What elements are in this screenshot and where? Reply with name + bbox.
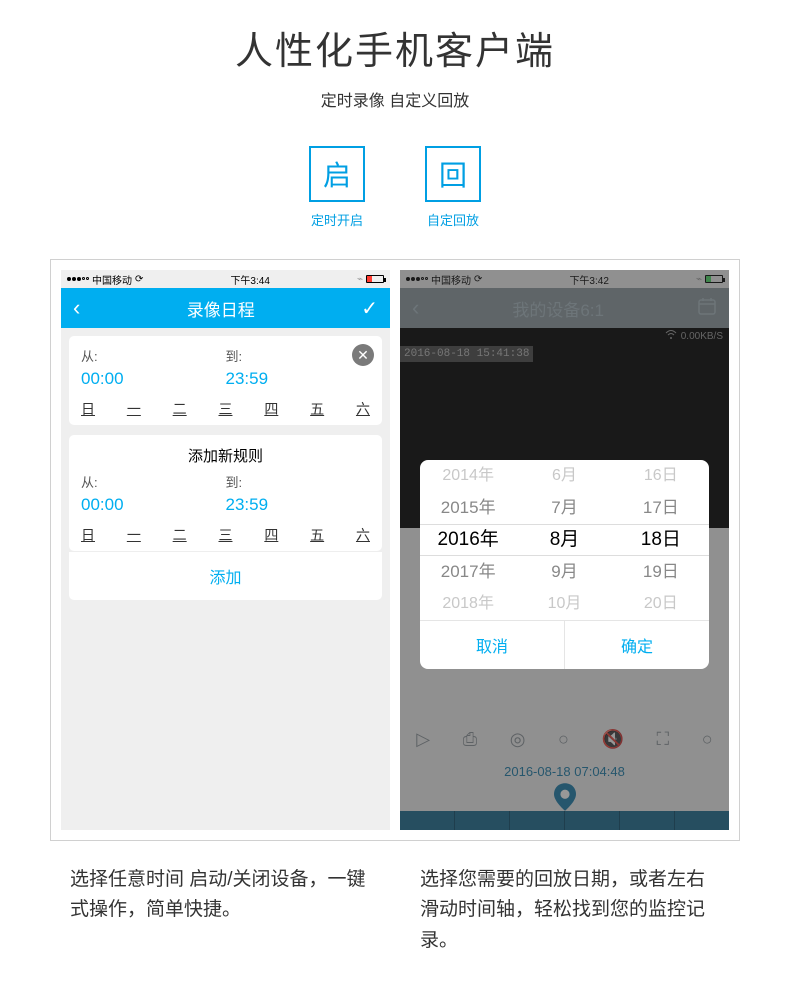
status-bar: 中国移动 ⟳ 下午3:44 ⌁ <box>61 270 390 288</box>
add-button[interactable]: 添加 <box>69 551 382 600</box>
nav-bar: ‹ 录像日程 ✓ <box>61 288 390 328</box>
nav-title: 录像日程 <box>187 296 255 321</box>
schedule-icon: 启 <box>309 146 365 202</box>
month-wheel[interactable]: 6月 7月 8月 9月 10月 <box>516 460 612 620</box>
back-button[interactable]: ‹ <box>73 295 80 321</box>
rule-card-1: 从: 00:00 到: 23:59 ✕ 日 一 二 三 四 五 六 <box>69 336 382 425</box>
to-label: 到: <box>226 346 371 365</box>
from-time[interactable]: 00:00 <box>81 369 226 389</box>
from-label-2: 从: <box>81 472 226 491</box>
to-time[interactable]: 23:59 <box>226 369 371 389</box>
to-label-2: 到: <box>226 472 371 491</box>
day-selector-1[interactable]: 日 一 二 三 四 五 六 <box>81 399 370 419</box>
feature-playback: 回 自定回放 <box>425 146 481 229</box>
from-label: 从: <box>81 346 226 365</box>
day-wheel[interactable]: 16日 17日 18日 19日 20日 <box>613 460 709 620</box>
cancel-button[interactable]: 取消 <box>420 621 565 669</box>
page-title: 人性化手机客户端 <box>0 20 790 75</box>
signal-icon <box>67 277 89 281</box>
page-subtitle: 定时录像 自定义回放 <box>0 87 790 111</box>
bluetooth-icon: ⌁ <box>357 274 363 285</box>
year-wheel[interactable]: 2014年 2015年 2016年 2017年 2018年 <box>420 460 516 620</box>
phone-playback: 中国移动 ⟳ 下午3:42 ⌁ ‹ 我的设备6:1 <box>400 270 729 830</box>
new-rule-title: 添加新规则 <box>81 445 370 466</box>
caption-right: 选择您需要的回放日期，或者左右滑动时间轴，轻松找到您的监控记录。 <box>420 865 720 956</box>
captions: 选择任意时间 启动/关闭设备，一键式操作，简单快捷。 选择您需要的回放日期，或者… <box>70 865 720 956</box>
clock-label: 下午3:44 <box>230 272 269 287</box>
rule-card-new: 添加新规则 从: 00:00 到: 23:59 日 一 二 三 <box>69 435 382 551</box>
phone-schedule: 中国移动 ⟳ 下午3:44 ⌁ ‹ 录像日程 ✓ 从: 00:00 <box>61 270 390 830</box>
confirm-date-button[interactable]: 确定 <box>565 621 709 669</box>
from-time-2[interactable]: 00:00 <box>81 495 226 515</box>
date-picker: 2014年 2015年 2016年 2017年 2018年 6月 7月 8月 9… <box>420 460 709 669</box>
playback-icon: 回 <box>425 146 481 202</box>
battery-icon <box>366 275 384 283</box>
phones-container: 中国移动 ⟳ 下午3:44 ⌁ ‹ 录像日程 ✓ 从: 00:00 <box>50 259 740 841</box>
carrier-label: 中国移动 <box>92 272 132 287</box>
feature-icons: 启 定时开启 回 自定回放 <box>0 146 790 229</box>
wifi-icon: ⟳ <box>135 274 143 285</box>
schedule-icon-label: 定时开启 <box>309 210 365 229</box>
day-selector-2[interactable]: 日 一 二 三 四 五 六 <box>81 525 370 545</box>
confirm-button[interactable]: ✓ <box>361 296 378 321</box>
playback-icon-label: 自定回放 <box>425 210 481 229</box>
caption-left: 选择任意时间 启动/关闭设备，一键式操作，简单快捷。 <box>70 865 370 956</box>
to-time-2[interactable]: 23:59 <box>226 495 371 515</box>
feature-schedule: 启 定时开启 <box>309 146 365 229</box>
delete-rule-button[interactable]: ✕ <box>352 344 374 366</box>
